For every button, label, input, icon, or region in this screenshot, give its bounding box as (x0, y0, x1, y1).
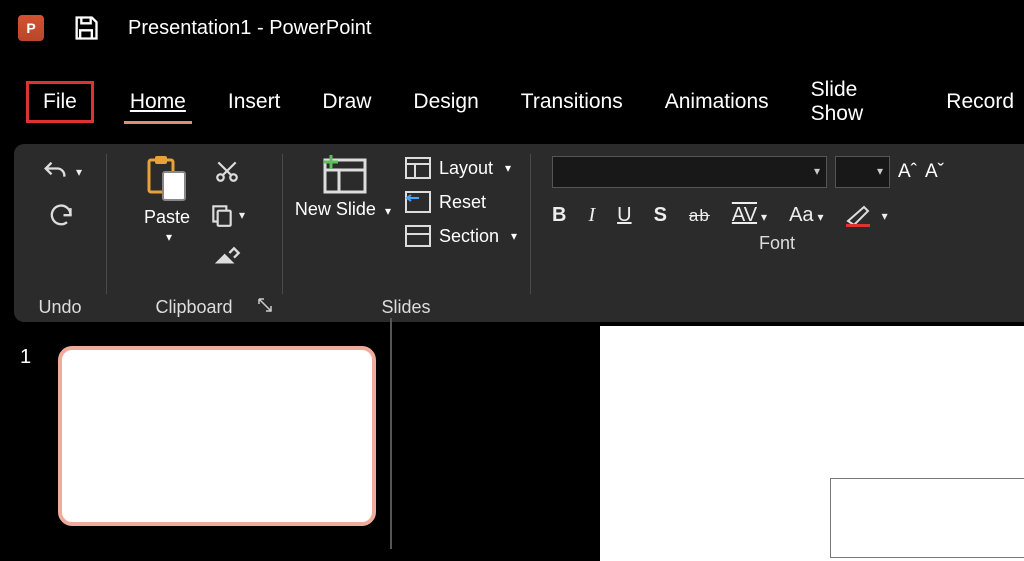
paste-label: Paste (144, 208, 190, 228)
editor-area: 1 (0, 318, 1024, 549)
tab-transitions[interactable]: Transitions (515, 86, 629, 118)
save-icon[interactable] (72, 14, 100, 42)
slide-thumbnail-1[interactable] (58, 346, 376, 526)
format-painter-button[interactable] (213, 246, 241, 274)
new-slide-label: New Slide ▾ (295, 200, 391, 220)
clipboard-dialog-launcher[interactable] (254, 294, 276, 316)
group-clipboard: Paste ▾ ▾ Clipboard (106, 150, 282, 322)
underline-button[interactable]: U (617, 204, 631, 227)
notes-placeholder[interactable] (830, 478, 1024, 558)
ribbon-tabs: File Home Insert Draw Design Transitions… (0, 56, 1024, 132)
group-slides: New Slide ▾ Layout▾ Reset Section▾ Slide… (282, 150, 530, 322)
reset-button[interactable]: Reset (405, 190, 517, 214)
tab-slide-show[interactable]: Slide Show (805, 74, 911, 130)
italic-button[interactable]: I (588, 204, 595, 227)
tab-design[interactable]: Design (407, 86, 484, 118)
tab-file[interactable]: File (26, 81, 94, 123)
title-bar: P Presentation1 - PowerPoint (0, 0, 1024, 56)
text-shadow-button[interactable]: S (654, 204, 667, 227)
paste-button[interactable]: Paste ▾ (143, 154, 191, 244)
tab-record[interactable]: Record (940, 86, 1020, 118)
char-spacing-button[interactable]: AV▾ (732, 204, 767, 227)
group-font: ▾ ▾ Aˆ Aˇ B I U S ab AV▾ Aa▾ ▾ Font (530, 150, 1024, 322)
strikethrough-button[interactable]: ab (689, 206, 710, 226)
tab-insert[interactable]: Insert (222, 86, 287, 118)
app-icon: P (18, 15, 44, 41)
font-size-combo[interactable]: ▾ (835, 156, 890, 188)
layout-label: Layout (439, 158, 493, 179)
copy-button[interactable]: ▾ (209, 202, 245, 228)
chevron-down-icon: ▾ (239, 208, 245, 222)
section-button[interactable]: Section▾ (405, 224, 517, 248)
tab-draw[interactable]: Draw (316, 86, 377, 118)
change-case-button[interactable]: Aa▾ (789, 204, 824, 227)
font-name-combo[interactable]: ▾ (552, 156, 827, 188)
new-slide-button[interactable]: New Slide ▾ (295, 152, 391, 220)
increase-font-button[interactable]: Aˆ (898, 161, 917, 183)
chevron-down-icon: ▾ (76, 165, 82, 179)
bold-button[interactable]: B (552, 204, 566, 227)
ribbon: ▾ Undo Paste ▾ (14, 144, 1024, 322)
cut-button[interactable] (214, 158, 240, 184)
window-title: Presentation1 - PowerPoint (128, 17, 371, 40)
chevron-down-icon: ▾ (166, 230, 172, 244)
pane-divider[interactable] (390, 318, 392, 549)
layout-button[interactable]: Layout▾ (405, 156, 517, 180)
group-undo: ▾ Undo (14, 150, 106, 322)
undo-button[interactable]: ▾ (38, 158, 82, 186)
tab-animations[interactable]: Animations (659, 86, 775, 118)
redo-button[interactable] (45, 200, 75, 228)
group-label-font: Font (759, 227, 795, 258)
font-color-button[interactable]: ▾ (846, 205, 888, 227)
section-label: Section (439, 226, 499, 247)
tab-home[interactable]: Home (124, 86, 192, 118)
slide-number: 1 (20, 346, 31, 369)
decrease-font-button[interactable]: Aˇ (925, 161, 944, 183)
slide-thumbnails-pane[interactable]: 1 (0, 318, 390, 549)
reset-label: Reset (439, 192, 486, 213)
